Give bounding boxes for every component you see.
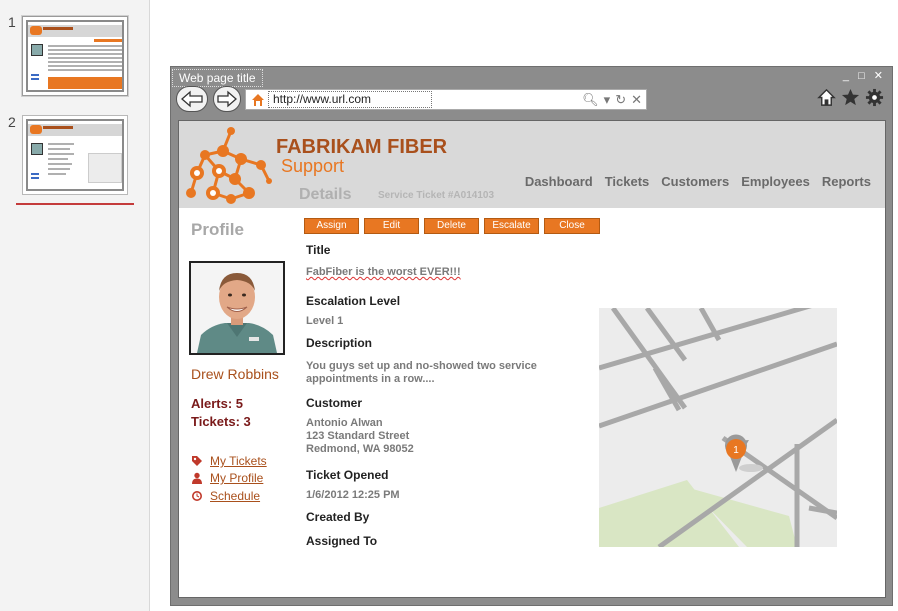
nav-tickets[interactable]: Tickets — [605, 174, 650, 189]
slide-thumbnail-1[interactable] — [22, 16, 128, 96]
page-viewport: FABRIKAM FIBER Support Details Service T… — [178, 120, 886, 598]
alerts-count: Alerts: 5 — [191, 396, 244, 411]
dropdown-icon[interactable]: ▾ — [604, 92, 611, 108]
insertion-marker — [16, 203, 134, 205]
customer-street: 123 Standard Street — [306, 430, 410, 442]
ticket-opened-label: Ticket Opened — [306, 468, 389, 482]
description-line: appointments in a row.... — [306, 373, 435, 385]
favorites-star-icon[interactable] — [841, 88, 860, 107]
slide-number: 2 — [8, 114, 16, 130]
created-by-label: Created By — [306, 510, 370, 524]
nav-reports[interactable]: Reports — [822, 174, 871, 189]
page-title: Details — [299, 186, 352, 203]
site-header: FABRIKAM FIBER Support Details Service T… — [179, 121, 885, 208]
slide-number: 1 — [8, 14, 16, 30]
location-map[interactable]: 1 — [599, 308, 837, 547]
slide-thumbnail-2[interactable] — [22, 115, 128, 195]
map-pin-icon[interactable]: 1 — [721, 434, 751, 474]
close-button[interactable]: Close — [544, 218, 600, 234]
settings-gear-icon[interactable] — [865, 88, 884, 107]
description-label: Description — [306, 336, 373, 350]
escalation-value: Level 1 — [306, 315, 344, 327]
schedule-link[interactable]: Schedule — [191, 489, 260, 503]
edit-button[interactable]: Edit — [364, 218, 419, 234]
site-favicon-icon — [252, 94, 264, 106]
my-tickets-link[interactable]: My Tickets — [191, 454, 267, 468]
map-pin-label: 1 — [733, 445, 739, 456]
back-arrow-icon — [181, 90, 203, 108]
nav-dashboard[interactable]: Dashboard — [525, 174, 593, 189]
clock-icon — [192, 491, 202, 501]
description-line: You guys set up and no-showed two servic… — [306, 360, 537, 372]
my-tickets-label: My Tickets — [210, 454, 267, 468]
customer-name: Antonio Alwan — [306, 417, 383, 429]
avatar — [189, 261, 285, 355]
assign-button[interactable]: Assign — [304, 218, 359, 234]
window-controls[interactable]: _ □ ✕ — [843, 69, 886, 82]
title-value: FabFiber is the worst EVER!!! — [306, 266, 461, 278]
refresh-icon[interactable]: ↻ — [615, 92, 626, 108]
search-icon[interactable]: 🔍︎ — [582, 92, 599, 108]
delete-button[interactable]: Delete — [424, 218, 479, 234]
my-profile-link[interactable]: My Profile — [191, 471, 263, 485]
profile-name: Drew Robbins — [191, 366, 279, 382]
ticket-opened-value: 1/6/2012 12:25 PM — [306, 489, 400, 501]
escalation-label: Escalation Level — [306, 294, 401, 308]
assigned-to-label: Assigned To — [306, 534, 378, 548]
nav-employees[interactable]: Employees — [741, 174, 810, 189]
forward-button[interactable] — [213, 86, 241, 112]
profile-heading: Profile — [191, 220, 244, 239]
address-bar[interactable]: http://www.url.com 🔍︎ ▾ ↻ ✕ — [245, 89, 647, 110]
stop-icon[interactable]: ✕ — [631, 92, 642, 108]
forward-arrow-icon — [217, 90, 237, 108]
browser-window: Web page title _ □ ✕ http://www.url.com … — [170, 66, 893, 606]
nav-customers[interactable]: Customers — [661, 174, 729, 189]
my-profile-label: My Profile — [210, 471, 264, 485]
brand-subtitle: Support — [281, 156, 345, 176]
customer-city: Redmond, WA 98052 — [306, 443, 414, 455]
schedule-label: Schedule — [210, 489, 261, 503]
customer-label: Customer — [306, 396, 363, 410]
ticket-number: Service Ticket #A014103 — [378, 190, 495, 201]
fabrikam-logo — [186, 127, 272, 204]
escalate-button[interactable]: Escalate — [484, 218, 539, 234]
url-input[interactable]: http://www.url.com — [268, 91, 432, 108]
tickets-count: Tickets: 3 — [191, 414, 251, 429]
window-title: Web page title — [172, 69, 263, 87]
person-icon — [192, 472, 202, 484]
slide-pane: 1 2 — [0, 0, 150, 611]
home-icon[interactable] — [817, 88, 836, 107]
tag-icon — [192, 456, 202, 466]
action-toolbar: Assign Edit Delete Escalate Close — [304, 218, 600, 234]
title-label: Title — [306, 243, 331, 257]
back-button[interactable] — [176, 86, 208, 112]
main-nav: Dashboard Tickets Customers Employees Re… — [525, 174, 871, 189]
